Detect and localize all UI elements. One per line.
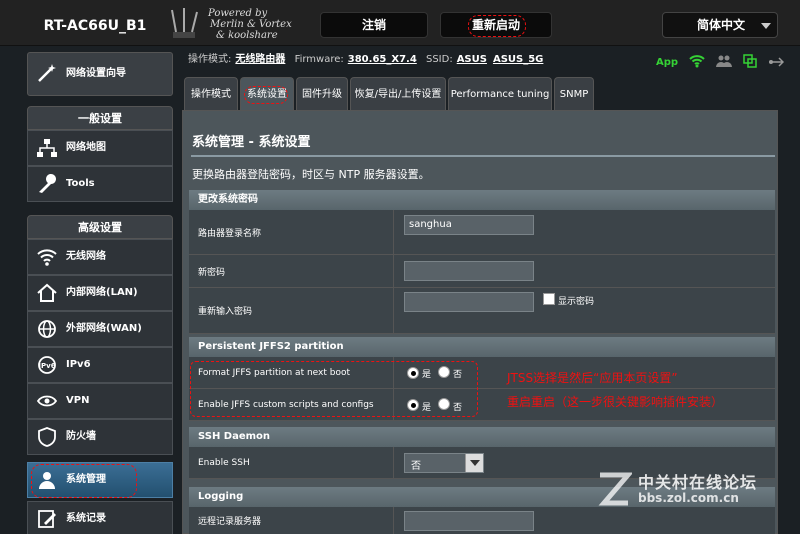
copy-icon[interactable] [743,53,758,72]
enable-ssh-value: 否 [411,461,421,472]
watermark-title: 中关村在线论坛 [638,473,758,492]
sidebar-item-firewall[interactable]: 防火墙 [27,419,173,455]
general-settings-header: 一般设置 [27,106,173,130]
shield-icon [38,427,56,447]
router-model: RT-AC66U_B1 [43,18,147,34]
sidebar-item-label: 防火墙 [66,431,96,442]
app-link[interactable]: App [656,57,678,68]
sidebar-item-label: 网络设置向导 [66,68,126,79]
log-icon [38,510,56,528]
forum-watermark: 中关村在线论坛 bbs.zol.com.cn [596,467,796,527]
sidebar-item-label: 无线网络 [66,251,106,262]
enable-ssh-label: Enable SSH [189,447,394,478]
sidebar-item-wireless[interactable]: 无线网络 [27,239,173,275]
status-icons: App [656,52,790,70]
brand-line-3: & koolshare [216,30,278,41]
sidebar-item-system-log[interactable]: 系统记录 [27,501,173,534]
watermark-logo-icon [598,472,632,506]
row-new-password: 新密码 [189,255,775,288]
users-icon[interactable] [716,53,733,72]
sidebar-item-label: 内部网络(LAN) [66,287,138,298]
sidebar-item-label: VPN [66,395,90,406]
magic-wand-icon [38,64,56,82]
firmware-brand: Powered by Merlin & Vortex & koolshare [180,8,310,41]
ssid-5g-link[interactable]: ASUS_5G [493,54,543,65]
sidebar-item-lan[interactable]: 内部网络(LAN) [27,275,173,311]
new-password-input[interactable] [404,261,534,281]
reenter-password-input[interactable] [404,292,534,312]
tab-bar: 操作模式 系统设置 固件升级 恢复/导出/上传设置 Performance tu… [182,77,778,111]
firmware-label: Firmware: [294,54,344,65]
system-tab-highlight [244,86,288,104]
tab-performance-tuning[interactable]: Performance tuning [448,77,552,111]
home-icon [37,283,57,302]
enable-ssh-select[interactable]: 否 [404,453,484,473]
row-login-name: 路由器登录名称 sanghua [189,210,775,255]
globe-icon [38,320,56,338]
wifi-icon[interactable] [689,53,705,72]
remote-log-label: 远程记录服务器 [189,507,394,534]
chevron-down-icon [761,23,771,29]
ipv6-icon: IPv6 [38,356,56,374]
sidebar-item-label: Tools [66,178,95,189]
annotation-line-1: JTSS选择是然后“应用本页设置” [507,371,678,385]
wrench-icon [39,174,56,193]
page-title: 系统管理 - 系统设置 [192,135,311,150]
status-bar: 操作模式: 无线路由器 Firmware: 380.65_X7.4 SSID: ASU… [188,50,549,70]
tab-operation-mode[interactable]: 操作模式 [184,77,238,111]
sidebar-item-wizard[interactable]: 网络设置向导 [27,52,173,96]
logout-button[interactable]: 注销 [320,12,428,38]
main-content: 操作模式 系统设置 固件升级 恢复/导出/上传设置 Performance tu… [182,74,778,534]
sidebar-item-wan[interactable]: 外部网络(WAN) [27,311,173,347]
wifi-icon [37,249,57,266]
sidebar-item-label: 网络地图 [66,142,106,153]
chevron-down-icon [465,454,483,472]
brand-line-2: Merlin & Vortex [210,19,292,30]
language-select[interactable]: 简体中文 [662,12,778,38]
new-password-label: 新密码 [189,255,394,287]
mode-label: 操作模式: [188,54,232,65]
login-name-input[interactable]: sanghua [404,215,534,235]
sidebar-item-tools[interactable]: Tools [27,166,173,202]
title-divider [191,155,775,157]
sidebar-item-label: 外部网络(WAN) [66,323,142,334]
mode-link[interactable]: 无线路由器 [235,54,285,65]
ssid-24g-link[interactable]: ASUS [457,54,487,65]
show-password-checkbox[interactable] [543,293,555,305]
sidebar-item-network-map[interactable]: 网络地图 [27,130,173,166]
advanced-settings-header: 高级设置 [27,215,173,239]
brand-line-1: Powered by [208,8,268,19]
sidebar-item-label: IPv6 [66,359,91,370]
admin-highlight [31,464,137,498]
svg-text:IPv6: IPv6 [38,362,55,370]
show-password-label: 显示密码 [558,297,595,307]
page-description: 更换路由器登陆密码，时区与 NTP 服务器设置。 [192,168,430,181]
section-jffs: Persistent JFFS2 partition [189,337,775,357]
login-name-label: 路由器登录名称 [189,210,394,254]
jffs-highlight [190,361,478,417]
ssid-label: SSID: [425,54,453,65]
tab-restore-save-upload[interactable]: 恢复/导出/上传设置 [350,77,446,111]
reboot-highlight [468,15,526,37]
tab-snmp[interactable]: SNMP [554,77,594,111]
sidebar-item-ipv6[interactable]: IPv6 IPv6 [27,347,173,383]
top-bar: RT-AC66U_B1 Powered by Merlin & Vortex &… [0,0,800,46]
sidebar-item-label: 系统记录 [66,513,106,524]
network-map-icon [37,139,57,157]
remote-log-input[interactable] [404,511,534,531]
usb-icon[interactable] [768,53,785,72]
row-reenter-password: 重新输入密码 显示密码 [189,288,775,334]
vpn-icon [36,395,58,407]
language-value: 简体中文 [697,18,746,32]
reenter-password-label: 重新输入密码 [189,288,394,333]
annotation-line-2: 重启重启（这一步很关键影响插件安装） [507,395,724,409]
watermark-url: bbs.zol.com.cn [638,491,739,505]
section-ssh: SSH Daemon [189,427,775,447]
section-password: 更改系统密码 [189,190,775,210]
sidebar-item-vpn[interactable]: VPN [27,383,173,419]
tab-firmware-upgrade[interactable]: 固件升级 [296,77,348,111]
firmware-link[interactable]: 380.65_X7.4 [348,54,417,65]
